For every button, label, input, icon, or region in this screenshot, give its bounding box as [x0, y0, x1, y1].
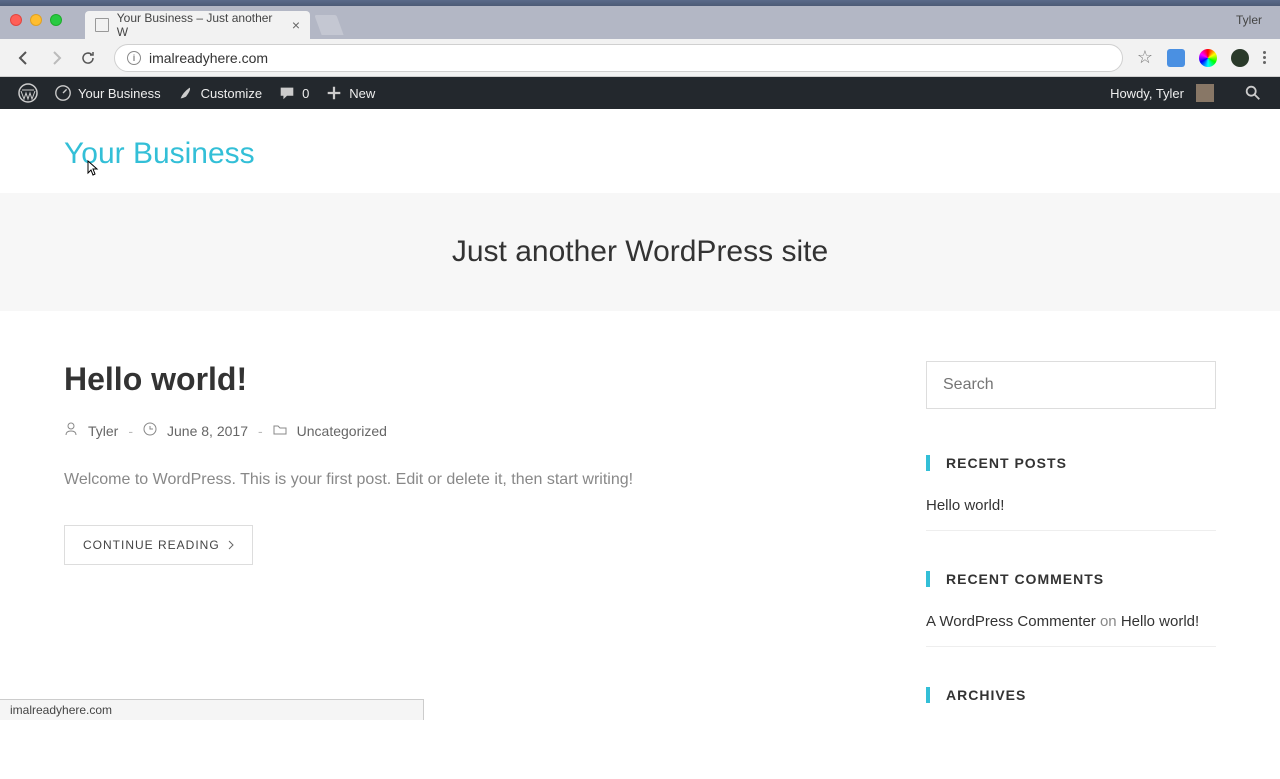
comment-post-link[interactable]: Hello world!	[1121, 613, 1199, 630]
commenter-link[interactable]: A WordPress Commenter	[926, 613, 1096, 630]
chevron-right-icon	[228, 540, 234, 550]
posts-column: Hello world! Tyler - June 8, 2017 - Unca…	[64, 361, 866, 729]
wp-howdy-link[interactable]: Howdy, Tyler	[1102, 84, 1222, 102]
clock-icon	[143, 422, 157, 439]
folder-icon	[273, 422, 287, 439]
wp-new-label: New	[349, 86, 375, 101]
recent-posts-heading: RECENT POSTS	[926, 455, 1216, 471]
back-button[interactable]	[14, 48, 34, 68]
wp-logo-menu[interactable]	[10, 77, 46, 109]
site-info-icon[interactable]: i	[127, 51, 141, 65]
recent-comment-item: A WordPress Commenter on Hello world!	[926, 613, 1216, 647]
plus-icon	[325, 84, 343, 102]
forward-button[interactable]	[46, 48, 66, 68]
reload-button[interactable]	[78, 48, 98, 68]
site-title-link[interactable]: Your Business	[64, 137, 255, 171]
browser-menu-icon[interactable]	[1263, 51, 1266, 64]
dashboard-icon	[54, 84, 72, 102]
sidebar: RECENT POSTS Hello world! RECENT COMMENT…	[926, 361, 1216, 729]
meta-separator: -	[128, 423, 133, 439]
wp-site-name: Your Business	[78, 86, 161, 101]
browser-tab-bar: Your Business – Just another W × Tyler	[0, 6, 1280, 39]
extension-icon[interactable]	[1231, 49, 1249, 67]
author-icon	[64, 422, 78, 439]
site-content: Your Business Just another WordPress sit…	[0, 109, 1280, 779]
wp-customize-label: Customize	[201, 86, 262, 101]
cursor-pointer-icon	[82, 159, 100, 186]
wordpress-logo-icon	[18, 83, 38, 103]
browser-tab[interactable]: Your Business – Just another W ×	[85, 11, 310, 39]
post-title-link[interactable]: Hello world!	[64, 361, 866, 398]
post-category-link[interactable]: Uncategorized	[297, 423, 387, 439]
extension-icon[interactable]	[1167, 49, 1185, 67]
url-text: imalreadyhere.com	[149, 50, 268, 66]
hero-tagline-section: Just another WordPress site	[0, 193, 1280, 311]
wp-comment-count: 0	[302, 86, 309, 101]
browser-status-bar: imalreadyhere.com	[0, 699, 424, 720]
continue-reading-label: CONTINUE READING	[83, 538, 220, 552]
wp-howdy-text: Howdy, Tyler	[1110, 86, 1184, 101]
comment-icon	[278, 84, 296, 102]
recent-post-link[interactable]: Hello world!	[926, 497, 1216, 531]
window-controls	[10, 14, 62, 26]
search-widget	[926, 361, 1216, 409]
wp-admin-bar: Your Business Customize 0 New Howdy, Tyl…	[0, 77, 1280, 109]
search-icon	[1244, 84, 1262, 102]
new-tab-button[interactable]	[314, 15, 343, 35]
window-maximize-button[interactable]	[50, 14, 62, 26]
post-author-link[interactable]: Tyler	[88, 423, 118, 439]
continue-reading-button[interactable]: CONTINUE READING	[64, 525, 253, 565]
window-minimize-button[interactable]	[30, 14, 42, 26]
meta-separator: -	[258, 423, 263, 439]
wp-new-link[interactable]: New	[317, 77, 383, 109]
tab-title: Your Business – Just another W	[117, 11, 284, 39]
brush-icon	[177, 84, 195, 102]
wp-account-area: Howdy, Tyler	[1102, 84, 1270, 102]
recent-comments-heading: RECENT COMMENTS	[926, 571, 1216, 587]
wp-site-link[interactable]: Your Business	[46, 77, 169, 109]
window-close-button[interactable]	[10, 14, 22, 26]
toolbar-actions: ☆	[1137, 47, 1266, 68]
browser-toolbar: i imalreadyhere.com ☆	[0, 39, 1280, 77]
close-icon[interactable]: ×	[292, 17, 300, 33]
page-icon	[95, 18, 109, 32]
extension-colorpicker-icon[interactable]	[1199, 49, 1217, 67]
bookmark-star-icon[interactable]: ☆	[1137, 47, 1153, 68]
site-tagline: Just another WordPress site	[0, 235, 1280, 269]
comment-on-text: on	[1096, 613, 1121, 630]
archives-heading: ARCHIVES	[926, 687, 1216, 703]
post-meta: Tyler - June 8, 2017 - Uncategorized	[64, 422, 866, 439]
post-excerpt: Welcome to WordPress. This is your first…	[64, 467, 866, 493]
search-input[interactable]	[943, 376, 1199, 394]
site-header: Your Business	[0, 109, 1280, 193]
url-bar[interactable]: i imalreadyhere.com	[114, 44, 1123, 72]
browser-profile-name[interactable]: Tyler	[1236, 13, 1262, 27]
avatar	[1196, 84, 1214, 102]
post-date: June 8, 2017	[167, 423, 248, 439]
wp-search-toggle[interactable]	[1236, 84, 1270, 102]
wp-customize-link[interactable]: Customize	[169, 77, 270, 109]
wp-comments-link[interactable]: 0	[270, 77, 317, 109]
